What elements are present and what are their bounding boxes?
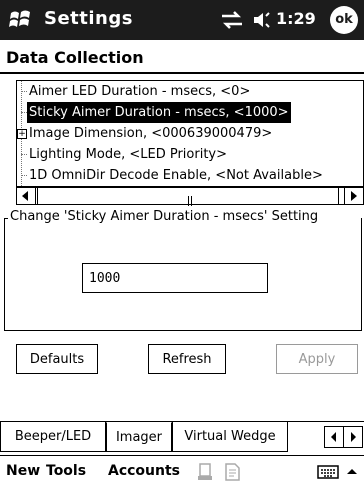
apply-button-label: Apply [298, 352, 336, 367]
setting-group-label: Change 'Sticky Aimer Duration - msecs' S… [8, 209, 321, 224]
tree-item-label: Image Dimension, <000639000479> [29, 126, 273, 141]
heading-divider [0, 72, 364, 74]
window-title: Settings [44, 8, 133, 29]
tree-item-selected[interactable]: Sticky Aimer Duration - msecs, <1000> [17, 102, 363, 123]
volume-icon[interactable] [252, 10, 272, 30]
scroll-thumb[interactable] [37, 188, 339, 206]
tab-label: Imager [115, 430, 163, 445]
page-title: Data Collection [6, 48, 144, 67]
triangle-left-icon [22, 191, 28, 201]
grip-icon [188, 191, 194, 206]
tree-item-label: Aimer LED Duration - msecs, <0> [29, 84, 251, 99]
refresh-button[interactable]: Refresh [148, 344, 226, 374]
menu-bar: New Tools Accounts [0, 455, 364, 488]
tab-scroll-right-button[interactable] [343, 426, 363, 448]
tree-item-label: Lighting Mode, <LED Priority> [29, 147, 228, 162]
defaults-button[interactable]: Defaults [16, 344, 98, 374]
expand-plus-icon[interactable]: + [17, 129, 27, 139]
triangle-right-icon [351, 432, 356, 442]
document-icon[interactable] [222, 462, 242, 482]
clock[interactable]: 1:29 [276, 9, 316, 28]
triangle-left-icon [331, 432, 336, 442]
ok-button[interactable]: ok [330, 6, 358, 34]
menu-accounts[interactable]: Accounts [108, 463, 180, 479]
tab-label: Beeper/LED [14, 429, 92, 444]
settings-tree[interactable]: Aimer LED Duration - msecs, <0> Sticky A… [16, 80, 364, 187]
tree-item[interactable]: Lighting Mode, <LED Priority> [17, 144, 363, 165]
tree-item-label: Sticky Aimer Duration - msecs, <1000> [27, 102, 291, 123]
horizontal-scrollbar[interactable] [16, 187, 364, 206]
tree-item[interactable]: Aimer LED Duration - msecs, <0> [17, 81, 363, 102]
apply-button[interactable]: Apply [276, 344, 358, 374]
windows-start-icon[interactable] [6, 5, 36, 35]
tab-scroll-left-button[interactable] [324, 426, 344, 448]
tree-item[interactable]: + Image Dimension, <000639000479> [17, 123, 363, 144]
menu-new[interactable]: New [6, 463, 40, 479]
setting-value-input[interactable]: 1000 [82, 263, 268, 293]
tree-item-label: 1D OmniDir Decode Enable, <Not Available… [29, 168, 323, 183]
keyboard-icon[interactable] [316, 462, 340, 482]
scroll-right-button[interactable] [344, 188, 363, 204]
tab-imager[interactable]: Imager [106, 422, 172, 452]
tab-label: Virtual Wedge [184, 429, 276, 444]
tab-virtual-wedge[interactable]: Virtual Wedge [172, 422, 288, 452]
triangle-right-icon [351, 191, 357, 201]
tab-strip: Beeper/LED Imager Virtual Wedge [0, 421, 364, 452]
sync-icon[interactable] [196, 462, 216, 482]
scroll-left-button[interactable] [17, 188, 36, 204]
defaults-button-label: Defaults [29, 352, 85, 367]
menu-tools[interactable]: Tools [46, 463, 86, 479]
tree-item[interactable]: 1D OmniDir Decode Enable, <Not Available… [17, 165, 363, 186]
refresh-button-label: Refresh [162, 352, 212, 367]
tab-beeper-led[interactable]: Beeper/LED [0, 422, 106, 452]
up-arrow-icon[interactable] [344, 462, 360, 482]
connectivity-icon[interactable] [220, 10, 244, 30]
title-bar: Settings 1:29 ok [0, 0, 364, 40]
